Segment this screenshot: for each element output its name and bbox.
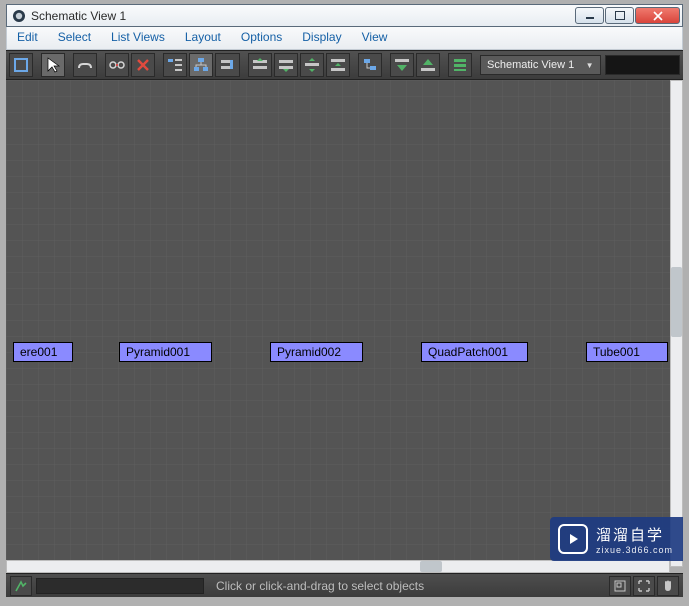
menu-edit[interactable]: Edit (7, 27, 48, 49)
statusbar-message: Click or click-and-drag to select object… (216, 579, 424, 593)
display-floater-button[interactable] (9, 53, 33, 77)
menu-options[interactable]: Options (231, 27, 292, 49)
node-label: Tube001 (593, 345, 640, 359)
hierarchy-left-button[interactable] (163, 53, 187, 77)
node-tube001[interactable]: Tube001 (586, 342, 668, 362)
node-label: Pyramid001 (126, 345, 190, 359)
minimize-button[interactable] (575, 7, 604, 24)
menubar: Edit Select List Views Layout Options Di… (6, 27, 683, 50)
connect-button[interactable] (73, 53, 97, 77)
shrink-button[interactable] (326, 53, 350, 77)
references-mode-button[interactable] (215, 53, 239, 77)
grid-background (6, 80, 670, 567)
node-label: Pyramid002 (277, 345, 341, 359)
node-pyramid002[interactable]: Pyramid002 (270, 342, 363, 362)
horizontal-scrollbar[interactable] (6, 560, 670, 573)
unlink-button[interactable] (105, 53, 129, 77)
vertical-scrollbar[interactable] (670, 80, 683, 567)
schematic-viewport[interactable]: ere001 Pyramid001 Pyramid002 QuadPatch00… (6, 80, 670, 567)
schematic-view-selector[interactable]: Schematic View 1 ▼ (480, 55, 601, 75)
watermark: 溜溜自学 zixue.3d66.com (550, 517, 683, 561)
statusbar-progress (36, 578, 204, 594)
move-children-button[interactable] (358, 53, 382, 77)
vertical-scrollbar-thumb[interactable] (671, 267, 682, 337)
app-icon (11, 8, 27, 24)
titlebar: Schematic View 1 (6, 4, 683, 27)
node-quadpatch001[interactable]: QuadPatch001 (421, 342, 528, 362)
maximize-button[interactable] (605, 7, 634, 24)
menu-layout[interactable]: Layout (175, 27, 231, 49)
free-all-button[interactable] (300, 53, 324, 77)
preferences-button[interactable] (448, 53, 472, 77)
close-button[interactable] (635, 7, 680, 24)
node-label: ere001 (20, 345, 57, 359)
menu-view[interactable]: View (352, 27, 398, 49)
watermark-line1: 溜溜自学 (596, 524, 673, 545)
zoom-extents-button[interactable] (633, 576, 655, 596)
arrange-children-button[interactable] (248, 53, 272, 77)
collapse-button[interactable] (416, 53, 440, 77)
node-label: QuadPatch001 (428, 345, 508, 359)
play-icon (558, 524, 588, 554)
arrange-selected-button[interactable] (274, 53, 298, 77)
select-cursor-button[interactable] (41, 53, 65, 77)
menu-display[interactable]: Display (292, 27, 351, 49)
node-sphere001[interactable]: ere001 (13, 342, 73, 362)
toolbar: Schematic View 1 ▼ (6, 50, 683, 80)
horizontal-scrollbar-thumb[interactable] (420, 561, 442, 572)
menu-list-views[interactable]: List Views (101, 27, 175, 49)
zoom-region-button[interactable] (609, 576, 631, 596)
delete-button[interactable] (131, 53, 155, 77)
pan-button[interactable] (657, 576, 679, 596)
window-title: Schematic View 1 (31, 9, 575, 23)
toolbar-search-input[interactable] (605, 55, 681, 75)
watermark-line2: zixue.3d66.com (596, 545, 673, 555)
chevron-down-icon: ▼ (586, 61, 594, 70)
expand-button[interactable] (390, 53, 414, 77)
menu-select[interactable]: Select (48, 27, 101, 49)
statusbar-prompt-button[interactable] (10, 576, 32, 596)
node-pyramid001[interactable]: Pyramid001 (119, 342, 212, 362)
hierarchy-mode-button[interactable] (189, 53, 213, 77)
statusbar: Click or click-and-drag to select object… (6, 573, 683, 597)
schematic-view-selector-value: Schematic View 1 (487, 59, 574, 71)
